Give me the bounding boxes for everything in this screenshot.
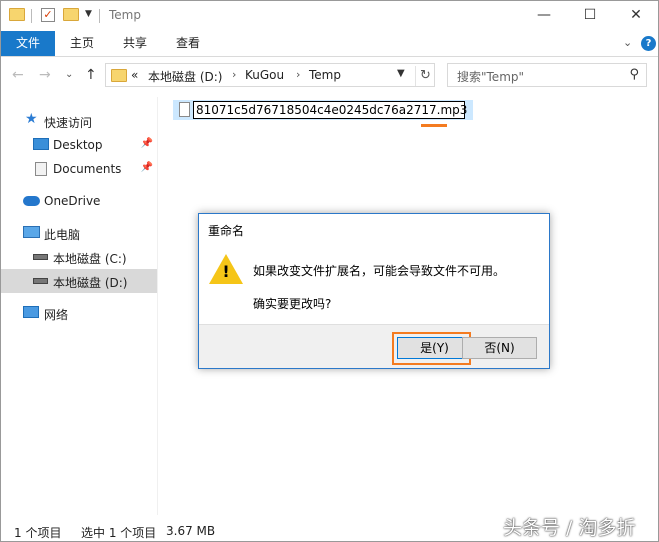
cloud-icon [23, 196, 40, 206]
computer-icon [23, 226, 40, 238]
rename-warning-dialog: 重命名 ! 如果改变文件扩展名，可能会导致文件不可用。 确实要更改吗? 是(Y)… [198, 213, 550, 369]
back-arrow-icon[interactable]: ← [12, 67, 24, 83]
explorer-window: ✓ ▼ Temp — ☐ ✕ 文件 主页 共享 查看 ⌄ ? ← → ⌄ ↑ «… [0, 0, 659, 542]
search-input[interactable]: 搜索"Temp" ⚲ [447, 63, 647, 87]
yes-button[interactable]: 是(Y) [397, 337, 472, 359]
breadcrumb-kugou[interactable]: KuGou [245, 68, 284, 82]
tab-share[interactable]: 共享 [112, 31, 158, 56]
up-arrow-icon[interactable]: ↑ [85, 67, 97, 83]
pin-icon[interactable]: 📌 [141, 162, 153, 173]
address-bar[interactable]: « 本地磁盘 (D:) › KuGou › Temp ▼ ↻ [105, 63, 435, 87]
drive-icon [33, 254, 48, 260]
dialog-footer: 是(Y) 否(N) [199, 324, 549, 368]
new-folder-icon[interactable] [63, 8, 79, 21]
refresh-icon[interactable]: ↻ [415, 66, 435, 86]
tab-file[interactable]: 文件 [1, 31, 55, 56]
extension-highlight [421, 124, 447, 127]
maximize-button[interactable]: ☐ [567, 1, 613, 31]
desktop-icon [33, 138, 49, 150]
sidebar-item-label: 此电脑 [44, 228, 81, 242]
tab-view[interactable]: 查看 [165, 31, 211, 56]
sidebar-item-desktop[interactable]: Desktop 📌 [1, 133, 157, 157]
no-button[interactable]: 否(N) [462, 337, 537, 359]
list-item[interactable]: 81071c5d76718504c4e0245dc76a2717.mp3 [173, 100, 473, 120]
chevron-down-icon[interactable]: ▼ [397, 68, 405, 79]
expand-ribbon-icon[interactable]: ⌄ [623, 36, 632, 49]
dialog-question: 确实要更改吗? [253, 297, 332, 311]
sidebar-item-label: Documents [53, 162, 122, 176]
ribbon-tabs: 文件 主页 共享 查看 ⌄ ? [1, 31, 658, 57]
forward-arrow-icon[interactable]: → [39, 67, 51, 83]
navigation-pane: ★ 快速访问 Desktop 📌 Documents 📌 OneDrive 此电… [1, 97, 158, 515]
star-icon: ★ [25, 111, 38, 127]
divider [99, 9, 100, 23]
sidebar-item-label: 网络 [44, 308, 69, 322]
folder-icon [9, 8, 25, 21]
breadcrumb-overflow[interactable]: « [131, 68, 138, 82]
sidebar-item-network[interactable]: 网络 [1, 301, 157, 325]
search-icon[interactable]: ⚲ [629, 67, 639, 82]
dialog-message: 如果改变文件扩展名，可能会导致文件不可用。 [253, 264, 506, 278]
close-button[interactable]: ✕ [613, 1, 659, 31]
warning-icon-mark: ! [222, 262, 230, 281]
folder-icon [111, 69, 127, 82]
selected-size: 3.67 MB [166, 524, 216, 538]
sidebar-item-drive-c[interactable]: 本地磁盘 (C:) [1, 245, 157, 269]
sidebar-item-label: 本地磁盘 (C:) [53, 252, 127, 266]
search-placeholder: 搜索"Temp" [457, 70, 525, 84]
properties-icon[interactable]: ✓ [41, 8, 55, 22]
sidebar-item-this-pc[interactable]: 此电脑 [1, 221, 157, 245]
sidebar-item-documents[interactable]: Documents 📌 [1, 157, 157, 181]
dialog-title: 重命名 [208, 224, 245, 238]
rename-input[interactable]: 81071c5d76718504c4e0245dc76a2717.mp3 [193, 101, 467, 119]
breadcrumb-temp[interactable]: Temp [309, 68, 341, 82]
documents-icon [35, 162, 47, 176]
sidebar-item-label: 快速访问 [44, 116, 93, 130]
pin-icon[interactable]: 📌 [141, 138, 153, 149]
sidebar-item-drive-d[interactable]: 本地磁盘 (D:) [1, 269, 157, 293]
recent-locations-icon[interactable]: ⌄ [65, 69, 73, 80]
network-icon [23, 306, 39, 318]
divider [31, 9, 32, 23]
drive-icon [33, 278, 48, 284]
sidebar-item-quick-access[interactable]: ★ 快速访问 [1, 109, 157, 133]
minimize-button[interactable]: — [521, 1, 567, 31]
title-bar[interactable]: ✓ ▼ Temp — ☐ ✕ [1, 1, 658, 31]
file-icon [179, 102, 190, 117]
help-icon[interactable]: ? [641, 36, 656, 51]
tab-home[interactable]: 主页 [59, 31, 105, 56]
quick-access-dropdown-icon[interactable]: ▼ [85, 9, 92, 19]
item-count: 1 个项目 [14, 526, 62, 540]
sidebar-item-label: 本地磁盘 (D:) [53, 276, 128, 290]
watermark: 头条号 / 淘多折 [503, 517, 636, 539]
sidebar-item-label: OneDrive [44, 194, 101, 208]
sidebar-item-label: Desktop [53, 138, 103, 152]
selected-count: 选中 1 个项目 [81, 526, 157, 540]
breadcrumb-separator[interactable]: › [296, 68, 300, 81]
breadcrumb-separator[interactable]: › [232, 68, 236, 81]
window-title: Temp [109, 8, 141, 22]
sidebar-item-onedrive[interactable]: OneDrive [1, 189, 157, 213]
breadcrumb-drive-d[interactable]: 本地磁盘 (D:) [148, 68, 222, 85]
navigation-bar: ← → ⌄ ↑ « 本地磁盘 (D:) › KuGou › Temp ▼ ↻ 搜… [1, 58, 658, 92]
